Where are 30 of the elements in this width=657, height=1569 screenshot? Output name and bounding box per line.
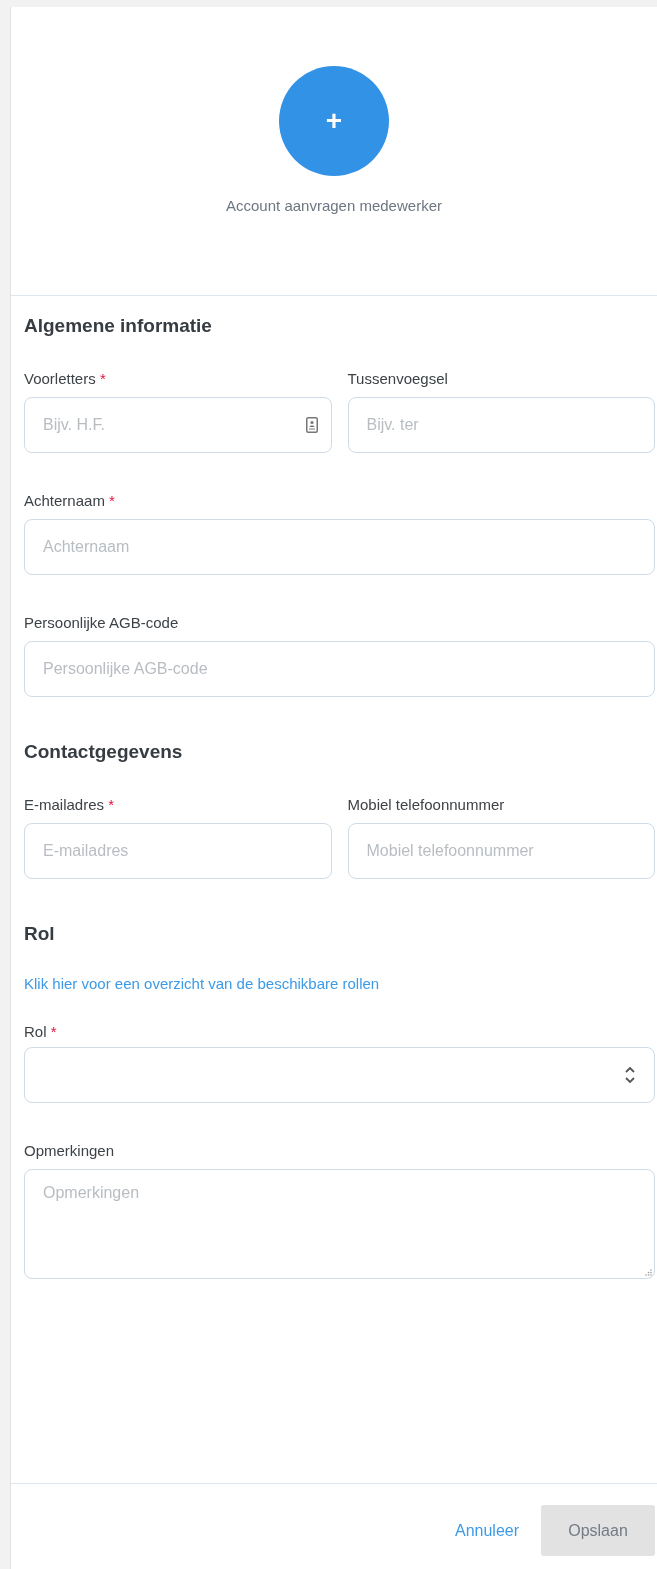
field-label: Voorletters — [24, 370, 96, 387]
section-title: Contactgegevens — [24, 740, 184, 764]
text-field[interactable]: Achternaam — [24, 519, 655, 575]
text-field[interactable]: Bijv. ter — [347, 397, 655, 453]
required-mark: * — [108, 796, 115, 813]
field-label: Tussenvoegsel — [347, 370, 448, 387]
resize-handle-icon[interactable] — [645, 1269, 652, 1276]
contact-card-icon[interactable] — [305, 417, 318, 433]
field-label: Mobiel telefoonnummer — [347, 796, 505, 813]
required-mark: * — [50, 1023, 57, 1040]
required-mark: * — [99, 370, 106, 387]
field-label: Persoonlijke AGB-code — [24, 614, 179, 631]
cancel-link[interactable]: Annuleer — [454, 1505, 519, 1556]
chevron-up-down-icon — [624, 1065, 636, 1085]
text-field[interactable]: Persoonlijke AGB-code — [24, 641, 655, 697]
field-label: Opmerkingen — [24, 1142, 115, 1159]
header-title: Account aanvragen medewerker — [226, 197, 442, 214]
section-title: Algemene informatie — [24, 314, 213, 338]
text-field[interactable]: Bijv. H.F. — [24, 397, 332, 453]
select-field[interactable] — [24, 1047, 655, 1103]
field-label: Achternaam — [24, 492, 105, 509]
text-field[interactable]: E-mailadres — [24, 823, 332, 879]
text-field[interactable]: Mobiel telefoonnummer — [347, 823, 655, 879]
roles-link[interactable]: Klik hier voor een overzicht van de beschikbare rollen — [24, 974, 655, 994]
section-title: Rol — [24, 922, 56, 946]
required-mark: * — [109, 492, 115, 509]
field-label: Rol — [24, 1023, 47, 1040]
add-button[interactable]: + — [279, 66, 389, 176]
textarea-field[interactable]: Opmerkingen — [24, 1169, 655, 1279]
field-label: E-mailadres — [24, 796, 105, 813]
